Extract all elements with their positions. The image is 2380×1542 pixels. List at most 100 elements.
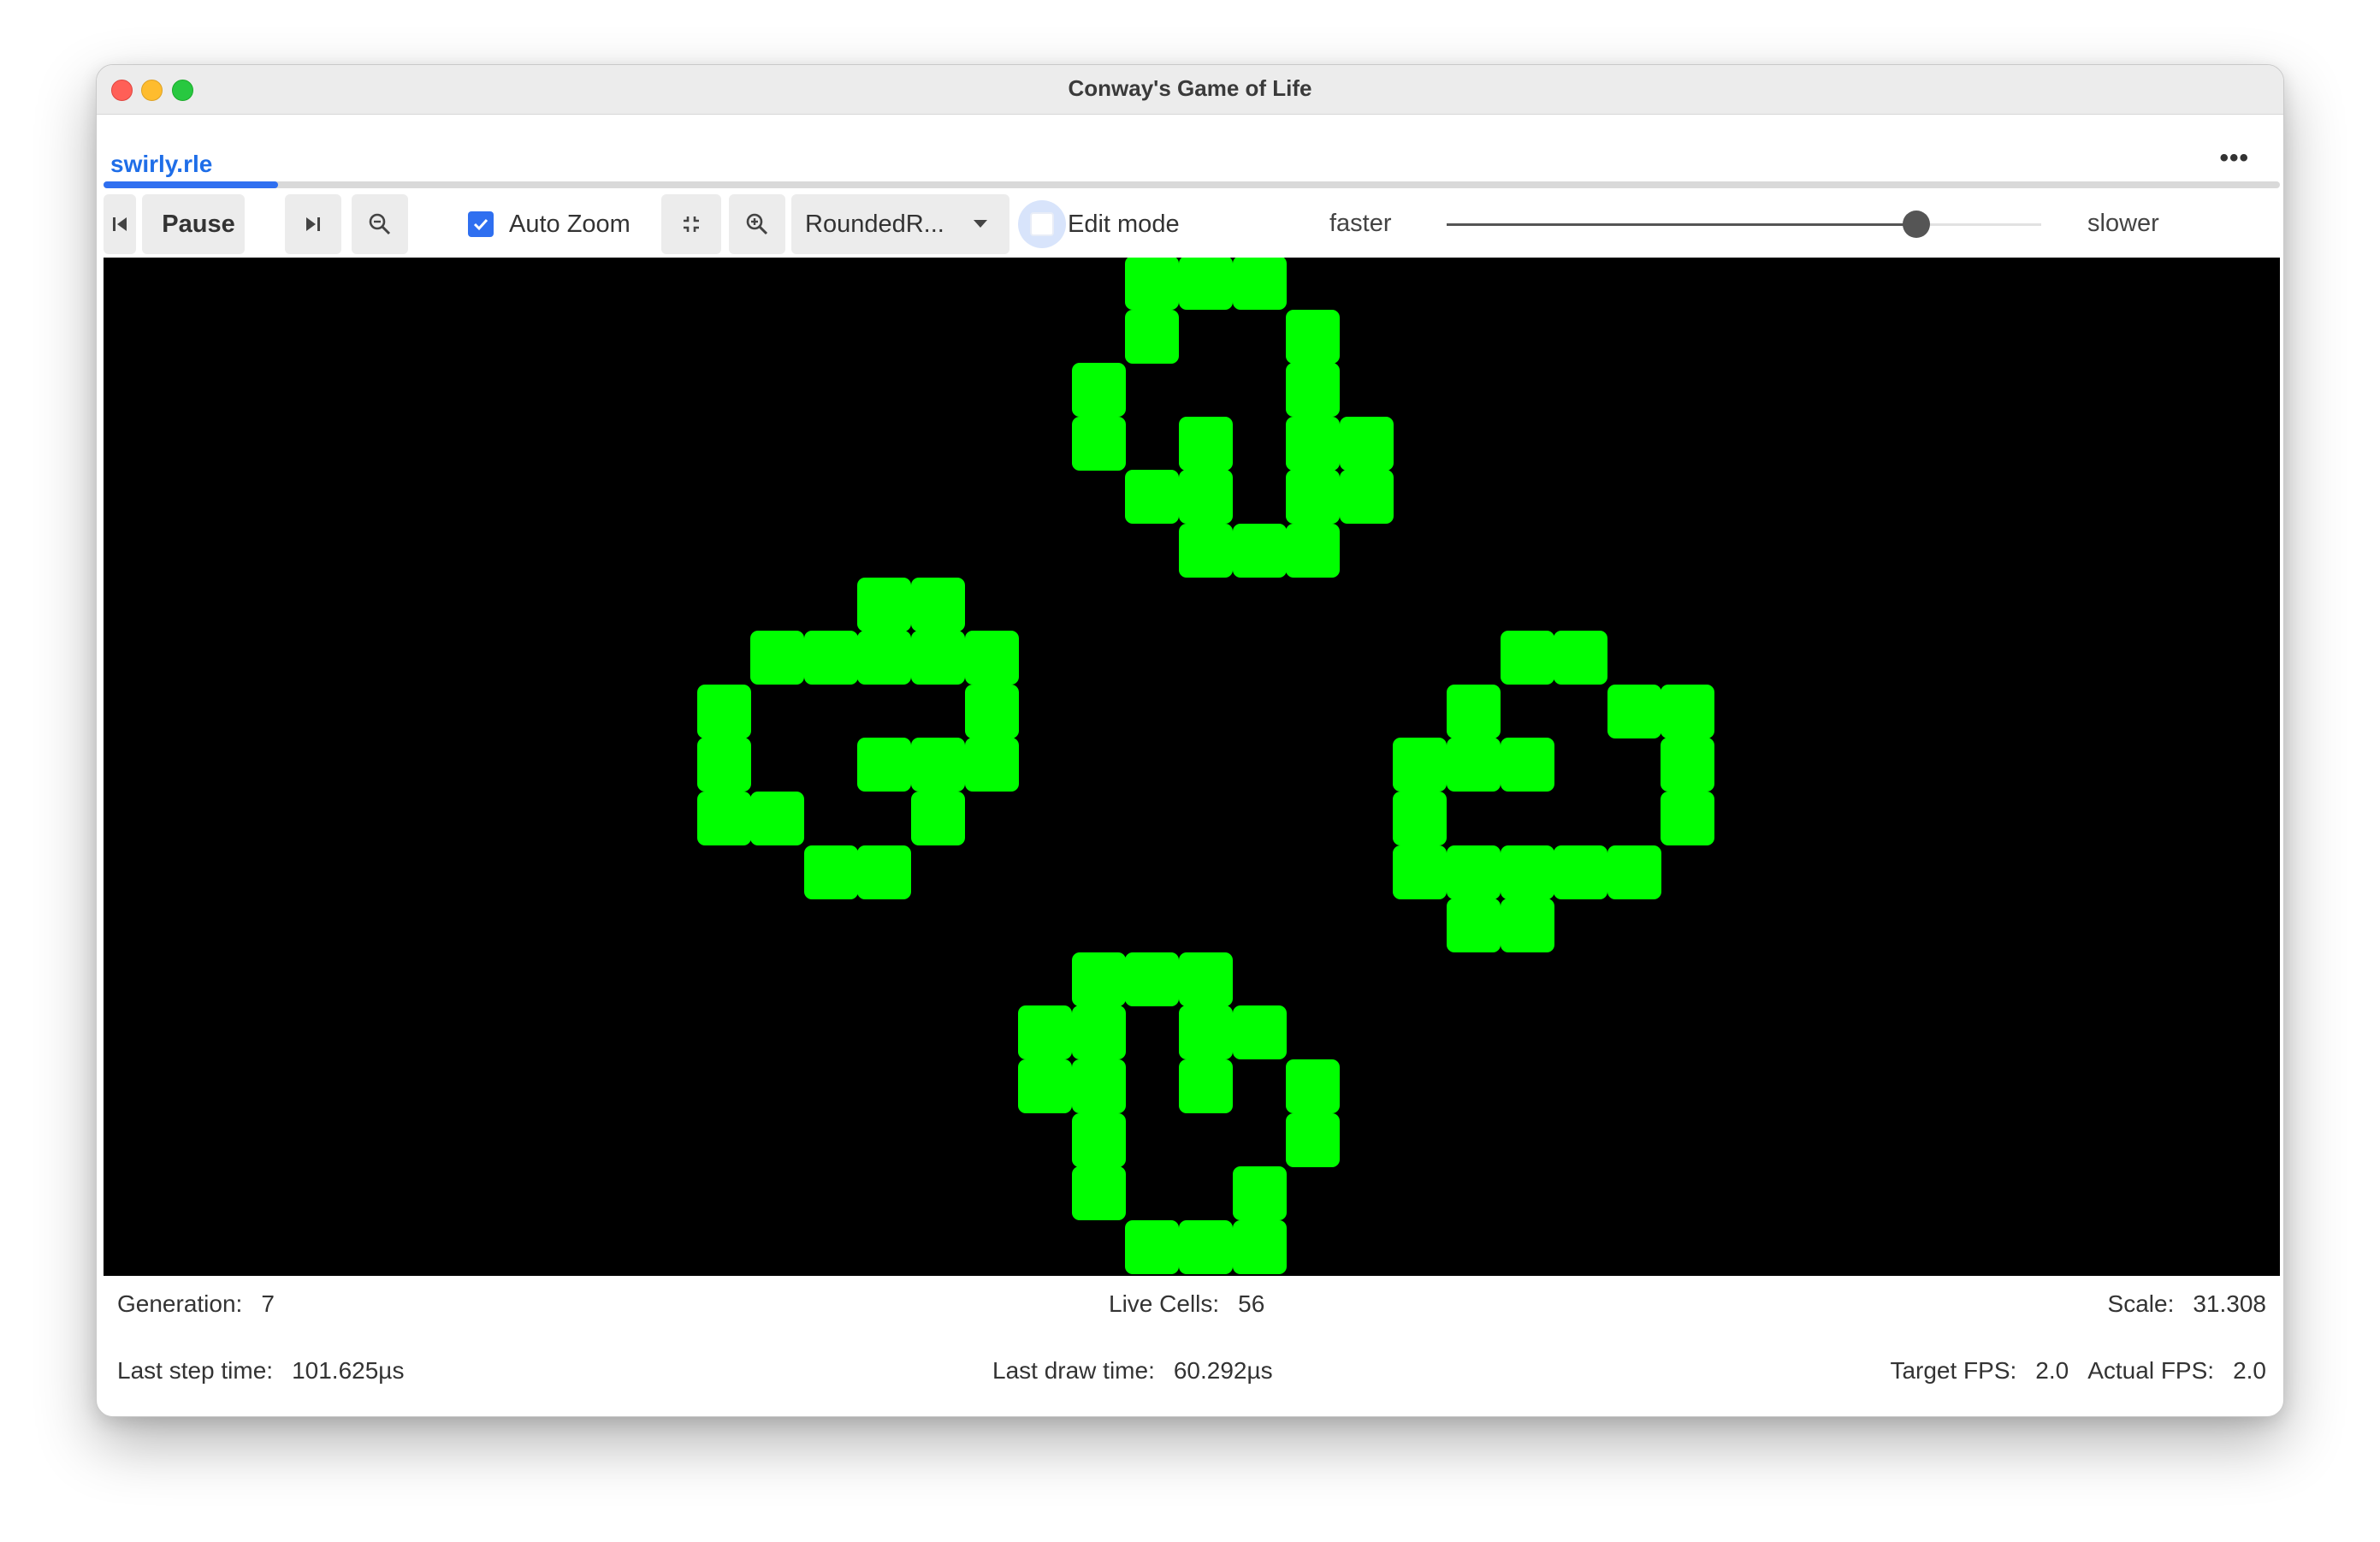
live-cell[interactable] — [1179, 1005, 1233, 1060]
live-cell[interactable] — [1071, 1112, 1126, 1167]
zoom-out-button[interactable] — [352, 194, 408, 254]
zoom-in-icon — [746, 213, 768, 235]
live-cell[interactable] — [1500, 899, 1554, 953]
live-cell[interactable] — [1071, 416, 1126, 471]
live-cell[interactable] — [696, 684, 751, 738]
live-cell[interactable] — [1179, 258, 1233, 310]
live-cell[interactable] — [1607, 684, 1661, 738]
live-cell[interactable] — [1018, 1059, 1073, 1113]
tab-swirly[interactable]: swirly.rle — [110, 151, 212, 178]
live-cell[interactable] — [1554, 631, 1608, 685]
live-cell[interactable] — [1232, 258, 1287, 310]
live-cell[interactable] — [1286, 416, 1341, 471]
zoom-in-button[interactable] — [729, 194, 785, 254]
live-cell[interactable] — [696, 738, 751, 792]
live-cell[interactable] — [1661, 792, 1715, 845]
caret-down-icon — [974, 220, 987, 228]
live-cell[interactable] — [1393, 792, 1448, 845]
actual-fps-label: Actual FPS: — [2087, 1357, 2215, 1384]
live-cell[interactable] — [1071, 1059, 1126, 1113]
live-cell[interactable] — [750, 792, 805, 845]
live-cell[interactable] — [1286, 470, 1341, 525]
live-cell[interactable] — [1125, 470, 1180, 525]
live-cell[interactable] — [1232, 524, 1287, 578]
live-cell[interactable] — [1607, 845, 1661, 899]
live-cell[interactable] — [857, 631, 912, 685]
live-cell[interactable] — [1500, 631, 1554, 685]
live-cell[interactable] — [1179, 1059, 1233, 1113]
live-cell[interactable] — [1339, 470, 1394, 525]
auto-zoom-checkbox[interactable] — [468, 211, 494, 237]
edit-mode-toggle[interactable]: Edit mode — [1018, 194, 1180, 254]
live-cell[interactable] — [911, 792, 965, 845]
live-cell[interactable] — [857, 738, 912, 792]
speed-slider-fill — [1447, 223, 1917, 226]
live-cell[interactable] — [1339, 416, 1394, 471]
live-cell[interactable] — [1071, 1166, 1126, 1221]
generation-value: 7 — [261, 1290, 275, 1317]
edit-mode-checkbox[interactable] — [1018, 200, 1066, 248]
live-cell[interactable] — [1179, 416, 1233, 471]
live-cell[interactable] — [1179, 952, 1233, 1006]
live-cell[interactable] — [857, 845, 912, 899]
live-cell[interactable] — [1179, 524, 1233, 578]
live-cell[interactable] — [1447, 738, 1501, 792]
live-cell[interactable] — [1500, 738, 1554, 792]
live-cell[interactable] — [1447, 684, 1501, 738]
live-cell[interactable] — [857, 577, 912, 632]
live-cell[interactable] — [1286, 1112, 1341, 1167]
live-cell[interactable] — [1500, 845, 1554, 899]
live-cell[interactable] — [1071, 1005, 1126, 1060]
auto-zoom-toggle[interactable]: Auto Zoom — [468, 194, 631, 254]
live-cell[interactable] — [1018, 1005, 1073, 1060]
live-cell[interactable] — [1286, 1059, 1341, 1113]
live-cell[interactable] — [803, 845, 858, 899]
fit-to-screen-button[interactable] — [661, 194, 721, 254]
status-row-1: Generation: 7 Live Cells: 56 Scale: 31.308 — [104, 1278, 2280, 1330]
live-cell[interactable] — [1179, 470, 1233, 525]
live-cell[interactable] — [964, 631, 1019, 685]
live-cell[interactable] — [1071, 952, 1126, 1006]
live-cell[interactable] — [1286, 363, 1341, 418]
live-cell[interactable] — [696, 792, 751, 845]
live-cell[interactable] — [1232, 1219, 1287, 1274]
live-cell[interactable] — [1286, 524, 1341, 578]
last-draw-value: 60.292µs — [1173, 1357, 1273, 1384]
fps-stat: Target FPS: 2.0 Actual FPS: 2.0 — [1890, 1357, 2266, 1385]
live-cell[interactable] — [911, 631, 965, 685]
live-cell[interactable] — [1232, 1005, 1287, 1060]
live-cell[interactable] — [911, 577, 965, 632]
live-cell[interactable] — [1393, 845, 1448, 899]
live-cell[interactable] — [1661, 684, 1715, 738]
live-cell[interactable] — [1125, 309, 1180, 364]
live-cell[interactable] — [964, 738, 1019, 792]
speed-slider-thumb[interactable] — [1903, 211, 1931, 238]
speed-slider[interactable] — [1447, 211, 2041, 238]
auto-zoom-label: Auto Zoom — [509, 210, 631, 238]
live-cell[interactable] — [803, 631, 858, 685]
live-cell[interactable] — [1232, 1166, 1287, 1221]
live-cell[interactable] — [1125, 258, 1180, 310]
live-cell[interactable] — [1393, 738, 1448, 792]
game-board[interactable] — [104, 258, 2280, 1276]
live-cell[interactable] — [1661, 738, 1715, 792]
actual-fps-value: 2.0 — [2233, 1357, 2266, 1384]
live-cell[interactable] — [1125, 1219, 1180, 1274]
live-cell[interactable] — [1179, 1219, 1233, 1274]
live-cell[interactable] — [1286, 309, 1341, 364]
live-cell[interactable] — [1447, 845, 1501, 899]
step-button[interactable] — [285, 194, 341, 254]
pause-button[interactable]: Pause — [142, 194, 245, 254]
live-cell[interactable] — [1125, 952, 1180, 1006]
live-cell[interactable] — [1071, 363, 1126, 418]
live-cell[interactable] — [911, 738, 965, 792]
slower-label: slower — [2087, 210, 2159, 237]
live-cell[interactable] — [964, 684, 1019, 738]
last-draw-label: Last draw time: — [992, 1357, 1155, 1384]
live-cell[interactable] — [1554, 845, 1608, 899]
ellipsis-icon[interactable]: ••• — [2219, 144, 2249, 173]
cell-style-select[interactable]: RoundedR... — [791, 194, 1009, 254]
reset-button[interactable] — [104, 194, 136, 254]
live-cell[interactable] — [1447, 899, 1501, 953]
live-cell[interactable] — [750, 631, 805, 685]
